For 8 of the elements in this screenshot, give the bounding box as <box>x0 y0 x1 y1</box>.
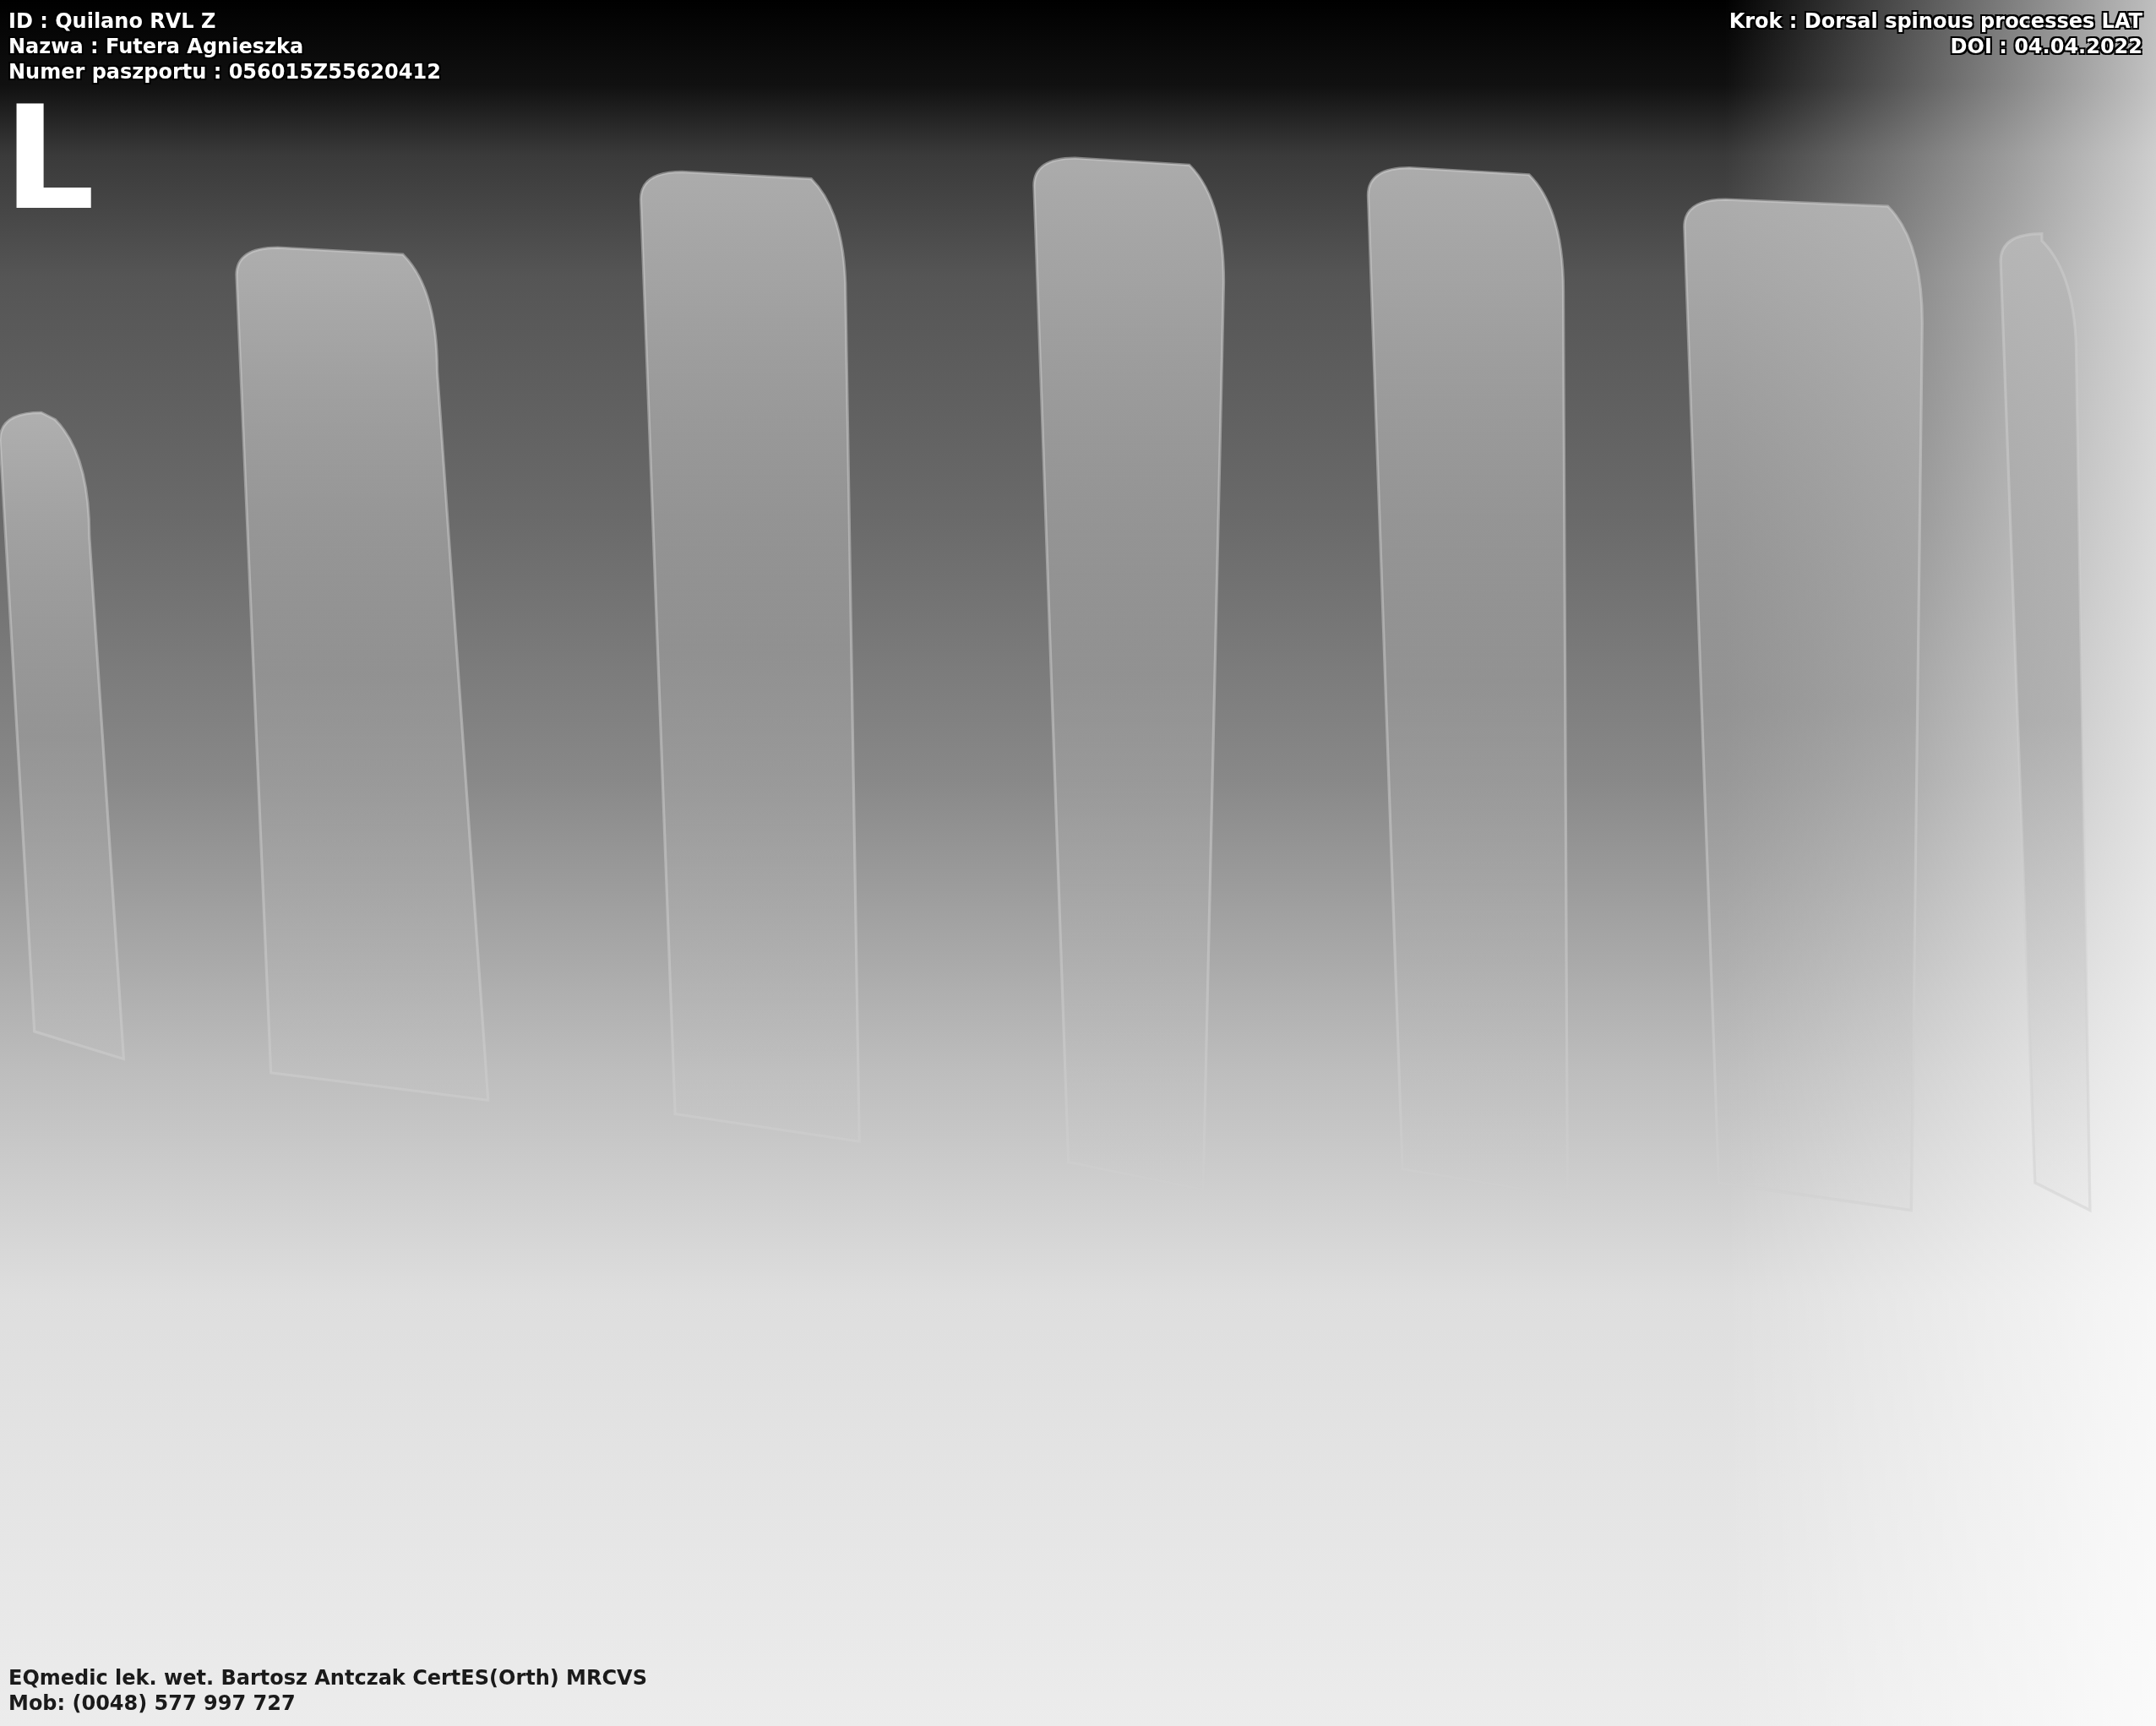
patient-info-text: Numer paszportu : 056015Z55620412 <box>8 59 441 84</box>
patient-info-text: Nazwa : Futera Agnieszka <box>8 34 305 59</box>
patient-info-text: ID : Quilano RVL Z <box>8 8 217 34</box>
clinic-info-text: EQmedic lek. wet. Bartosz Antczak CertES(Orth) MRCVS <box>8 1665 647 1691</box>
study-info-text: DOI : 04.04.2022 <box>1950 34 2142 59</box>
study-info-text: Krok : Dorsal spinous processes LAT <box>1729 8 2142 34</box>
clinic-info-text: Mob: (0048) 577 997 727 <box>8 1691 297 1716</box>
orientation-marker: L <box>3 86 95 230</box>
